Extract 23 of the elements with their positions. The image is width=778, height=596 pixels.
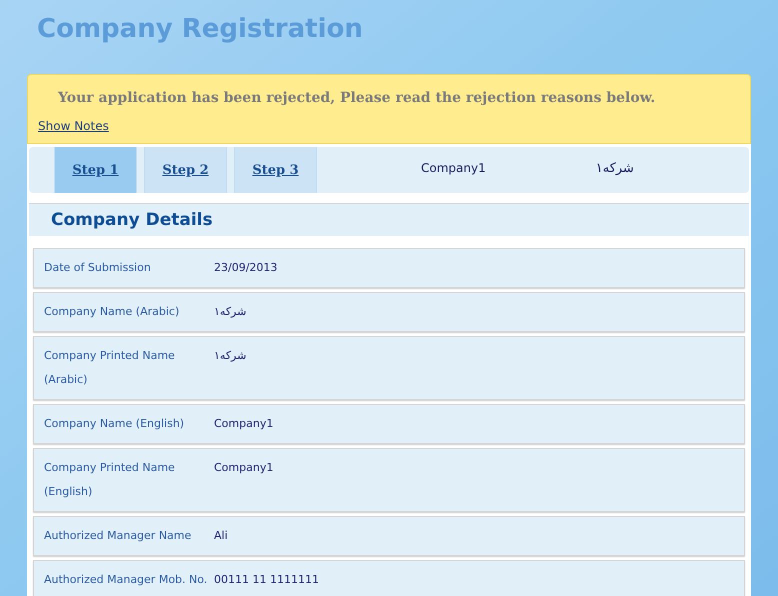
section-title: Company Details bbox=[51, 210, 213, 230]
field-label: Company Printed Name (English) bbox=[44, 461, 175, 498]
field-value: Company1 bbox=[214, 461, 274, 474]
field-label: Authorized Manager Name bbox=[44, 529, 192, 542]
field-label: Date of Submission bbox=[44, 261, 151, 274]
page-title: Company Registration bbox=[37, 13, 363, 46]
field-value: شركه١ bbox=[214, 349, 246, 362]
alert-message: Your application has been rejected, Please read the rejection reasons below. bbox=[58, 90, 656, 106]
step-tab[interactable]: Step 1 bbox=[54, 147, 137, 193]
company-english-name: Company1 bbox=[421, 160, 486, 175]
field-value: Company1 bbox=[214, 417, 274, 430]
step-tab[interactable]: Step 2 bbox=[144, 147, 227, 193]
field-value: 00111 11 1111111 bbox=[214, 573, 319, 586]
field-value: Ali bbox=[214, 529, 228, 542]
field-label: Company Name (English) bbox=[44, 417, 184, 430]
field-label: Authorized Manager Mob. No. bbox=[44, 573, 208, 586]
step-tab[interactable]: Step 3 bbox=[234, 147, 317, 193]
field-label: Company Printed Name (Arabic) bbox=[44, 349, 175, 386]
field-value: شركه١ bbox=[214, 305, 246, 318]
show-notes-link[interactable]: Show Notes bbox=[38, 117, 109, 135]
field-value: 23/09/2013 bbox=[214, 261, 278, 274]
company-arabic-name: شركه١ bbox=[596, 160, 634, 175]
field-label: Company Name (Arabic) bbox=[44, 305, 180, 318]
